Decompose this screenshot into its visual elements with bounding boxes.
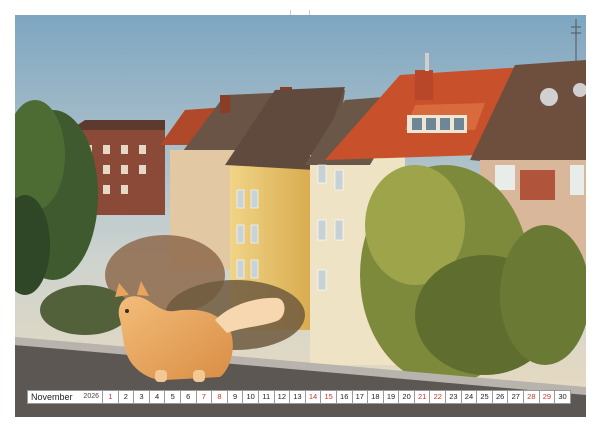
day-cell: 24 <box>461 390 478 404</box>
day-cell: 11 <box>258 390 275 404</box>
day-cell: 19 <box>383 390 400 404</box>
day-cell: 23 <box>446 390 462 404</box>
day-cell: 17 <box>352 390 369 404</box>
day-cells: 1 2 3 4 5 6 7 8 9 10 11 12 13 14 15 16 17 18 19 20 21 22 23 24 2… <box>103 390 571 404</box>
day-cell: 21 <box>414 390 431 404</box>
day-cell: 26 <box>492 390 509 404</box>
day-cell: 4 <box>149 390 166 404</box>
day-cell: 8 <box>212 390 228 404</box>
day-cell: 29 <box>539 390 556 404</box>
day-cell: 28 <box>524 390 540 404</box>
month-name: November <box>31 392 73 402</box>
day-cell: 6 <box>180 390 197 404</box>
day-cell: 22 <box>430 390 447 404</box>
day-cell: 15 <box>321 390 337 404</box>
day-cell: 16 <box>336 390 353 404</box>
day-cell: 25 <box>477 390 493 404</box>
day-cell: 20 <box>399 390 415 404</box>
month-label: November 2026 <box>27 390 103 404</box>
day-cell: 30 <box>555 390 571 404</box>
day-cell: 1 <box>103 390 119 404</box>
day-cell: 7 <box>196 390 213 404</box>
day-cell: 5 <box>165 390 181 404</box>
day-cell: 3 <box>134 390 150 404</box>
day-cell: 10 <box>243 390 259 404</box>
calendar-photo <box>15 15 586 417</box>
calendar-day-strip: November 2026 1 2 3 4 5 6 7 8 9 10 11 12 13 14 15 16 17 1… <box>27 390 571 404</box>
day-cell: 18 <box>368 390 384 404</box>
day-cell: 12 <box>274 390 291 404</box>
day-cell: 13 <box>290 390 306 404</box>
year-label: 2026 <box>83 393 99 400</box>
day-cell: 9 <box>227 390 244 404</box>
rooftop-cat-scene <box>15 15 586 417</box>
day-cell: 2 <box>118 390 135 404</box>
day-cell: 27 <box>508 390 525 404</box>
day-cell: 14 <box>305 390 322 404</box>
